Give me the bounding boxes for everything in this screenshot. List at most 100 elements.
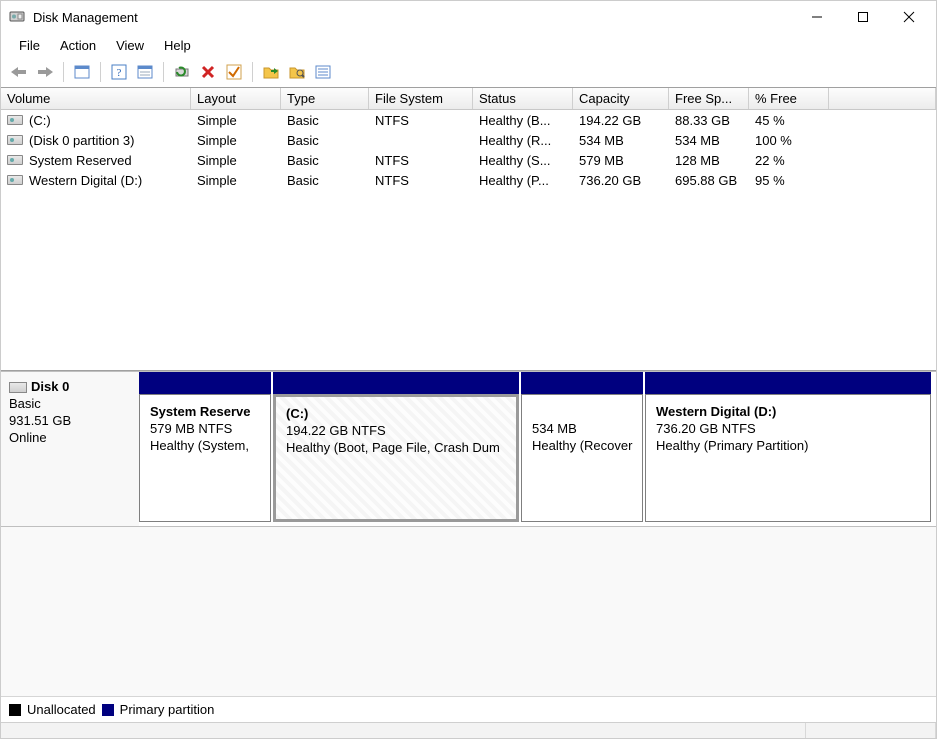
volume-row[interactable]: (Disk 0 partition 3) SimpleBasic Healthy (… xyxy=(1,130,936,150)
volume-type: Basic xyxy=(281,113,369,128)
col-free-space[interactable]: Free Sp... xyxy=(669,88,749,109)
col-type[interactable]: Type xyxy=(281,88,369,109)
volume-name: (C:) xyxy=(29,113,51,128)
volume-name: (Disk 0 partition 3) xyxy=(29,133,134,148)
volume-free: 88.33 GB xyxy=(669,113,749,128)
partition-status: Healthy (Boot, Page File, Crash Dum xyxy=(286,439,506,456)
properties-icon[interactable] xyxy=(133,60,157,84)
partition-body[interactable]: Western Digital (D:)736.20 GB NTFSHealth… xyxy=(645,394,931,522)
menu-file[interactable]: File xyxy=(9,36,50,55)
col-filesystem[interactable]: File System xyxy=(369,88,473,109)
menu-view[interactable]: View xyxy=(106,36,154,55)
disk-graphical-view: Disk 0 Basic 931.51 GB Online System Res… xyxy=(1,371,936,527)
delete-icon[interactable] xyxy=(196,60,220,84)
list-view-icon[interactable] xyxy=(311,60,335,84)
volume-type: Basic xyxy=(281,133,369,148)
volume-pct: 100 % xyxy=(749,133,829,148)
partition[interactable]: 534 MBHealthy (Recover xyxy=(521,372,643,522)
drive-icon xyxy=(7,175,23,185)
legend-unallocated-swatch xyxy=(9,704,21,716)
partition-body[interactable]: 534 MBHealthy (Recover xyxy=(521,394,643,522)
legend-unallocated-label: Unallocated xyxy=(27,702,96,717)
volume-layout: Simple xyxy=(191,113,281,128)
legend-primary-swatch xyxy=(102,704,114,716)
toolbar: ? xyxy=(1,57,936,87)
partition-color-bar xyxy=(273,372,519,394)
col-status[interactable]: Status xyxy=(473,88,573,109)
menu-help[interactable]: Help xyxy=(154,36,201,55)
partition-color-bar xyxy=(521,372,643,394)
refresh-icon[interactable] xyxy=(170,60,194,84)
drive-icon xyxy=(7,135,23,145)
volume-fs: NTFS xyxy=(369,113,473,128)
col-layout[interactable]: Layout xyxy=(191,88,281,109)
partition[interactable]: (C:)194.22 GB NTFSHealthy (Boot, Page Fi… xyxy=(273,372,519,522)
nav-back-icon[interactable] xyxy=(7,60,31,84)
volume-layout: Simple xyxy=(191,173,281,188)
partition-status: Healthy (Recover xyxy=(532,437,632,454)
search-folder-icon[interactable] xyxy=(285,60,309,84)
volume-row[interactable]: Western Digital (D:)SimpleBasicNTFSHealt… xyxy=(1,170,936,190)
status-bar xyxy=(1,722,936,738)
volume-layout: Simple xyxy=(191,133,281,148)
volume-type: Basic xyxy=(281,173,369,188)
volume-type: Basic xyxy=(281,153,369,168)
disk-icon xyxy=(9,382,27,393)
volume-free: 128 MB xyxy=(669,153,749,168)
volume-fs: NTFS xyxy=(369,153,473,168)
volume-pct: 95 % xyxy=(749,173,829,188)
toolbar-sep xyxy=(163,62,164,82)
volume-row[interactable]: (C:) SimpleBasicNTFSHealthy (B...194.22 G… xyxy=(1,110,936,130)
legend: Unallocated Primary partition xyxy=(1,696,936,722)
volume-rows[interactable]: (C:)SimpleBasicNTFSHealthy (B...194.22 G… xyxy=(1,110,936,370)
col-pad xyxy=(829,88,936,109)
window-title: Disk Management xyxy=(33,10,138,25)
close-button[interactable] xyxy=(886,2,932,32)
col-capacity[interactable]: Capacity xyxy=(573,88,669,109)
partition-body[interactable]: (C:)194.22 GB NTFSHealthy (Boot, Page Fi… xyxy=(273,394,519,522)
maximize-button[interactable] xyxy=(840,2,886,32)
volume-status: Healthy (R... xyxy=(473,133,573,148)
partition-title: System Reserve xyxy=(150,403,260,420)
drive-icon xyxy=(7,115,23,125)
app-icon xyxy=(9,9,25,25)
col-volume[interactable]: Volume xyxy=(1,88,191,109)
volume-row[interactable]: System ReservedSimpleBasicNTFSHealthy (S… xyxy=(1,150,936,170)
partition[interactable]: System Reserve579 MB NTFSHealthy (System… xyxy=(139,372,271,522)
partition-status: Healthy (Primary Partition) xyxy=(656,437,920,454)
help-icon[interactable]: ? xyxy=(107,60,131,84)
bottom-panel: Unallocated Primary partition xyxy=(1,527,936,722)
volume-header-row: Volume Layout Type File System Status Ca… xyxy=(1,88,936,110)
partition-status: Healthy (System, xyxy=(150,437,260,454)
disk-header[interactable]: Disk 0 Basic 931.51 GB Online xyxy=(1,372,139,526)
volume-capacity: 736.20 GB xyxy=(573,173,669,188)
partition-size: 194.22 GB NTFS xyxy=(286,422,506,439)
open-folder-icon[interactable] xyxy=(259,60,283,84)
minimize-button[interactable] xyxy=(794,2,840,32)
partition-body[interactable]: System Reserve579 MB NTFSHealthy (System… xyxy=(139,394,271,522)
disk-name: Disk 0 xyxy=(31,379,69,394)
volume-status: Healthy (P... xyxy=(473,173,573,188)
volume-status: Healthy (B... xyxy=(473,113,573,128)
volume-capacity: 194.22 GB xyxy=(573,113,669,128)
partition-color-bar xyxy=(139,372,271,394)
disk-size: 931.51 GB xyxy=(9,412,131,429)
check-icon[interactable] xyxy=(222,60,246,84)
toolbar-sep xyxy=(252,62,253,82)
volume-layout: Simple xyxy=(191,153,281,168)
menu-action[interactable]: Action xyxy=(50,36,106,55)
volume-capacity: 534 MB xyxy=(573,133,669,148)
nav-forward-icon[interactable] xyxy=(33,60,57,84)
partition-strip: System Reserve579 MB NTFSHealthy (System… xyxy=(139,372,936,526)
volume-status: Healthy (S... xyxy=(473,153,573,168)
volume-pct: 22 % xyxy=(749,153,829,168)
partition[interactable]: Western Digital (D:)736.20 GB NTFSHealth… xyxy=(645,372,931,522)
disk-state: Online xyxy=(9,429,131,446)
show-hide-console-icon[interactable] xyxy=(70,60,94,84)
partition-size: 579 MB NTFS xyxy=(150,420,260,437)
col-percent-free[interactable]: % Free xyxy=(749,88,829,109)
volume-free: 534 MB xyxy=(669,133,749,148)
toolbar-sep xyxy=(100,62,101,82)
partition-color-bar xyxy=(645,372,931,394)
partition-title: (C:) xyxy=(286,405,506,422)
